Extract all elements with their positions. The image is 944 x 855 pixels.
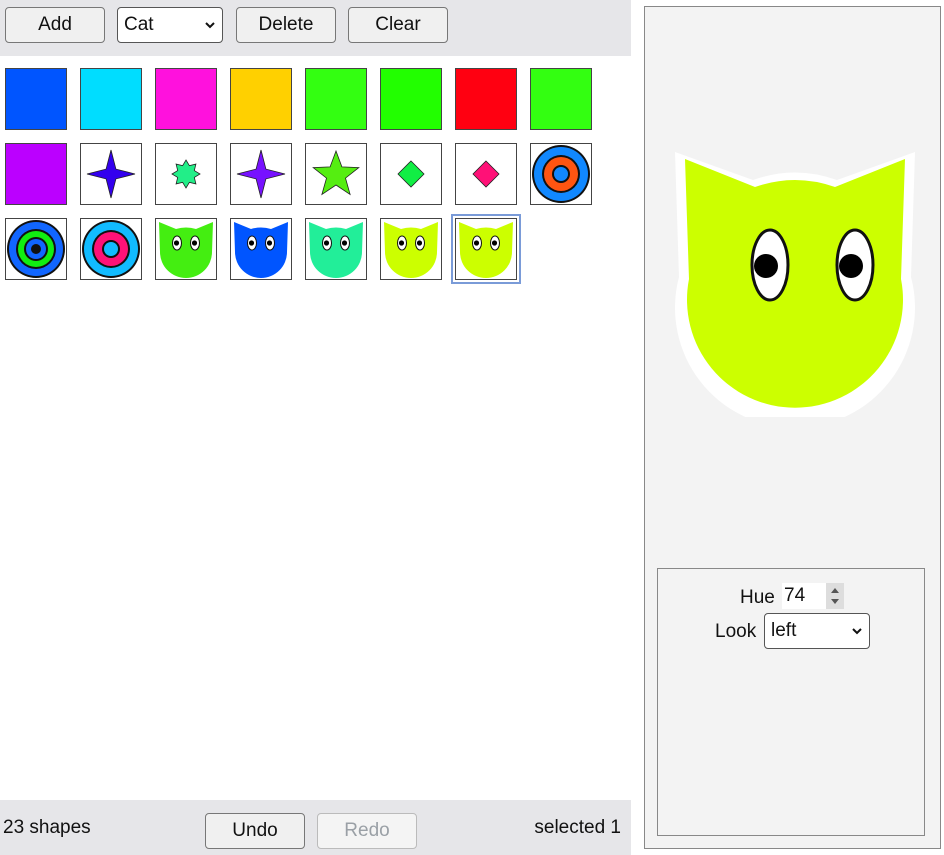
hue-label: Hue	[740, 587, 775, 608]
shape-tile-square[interactable]	[5, 68, 67, 130]
target-shape-icon	[532, 145, 590, 203]
shape-tile-cat[interactable]	[380, 218, 442, 280]
chevron-down-icon	[852, 628, 862, 635]
shape-tile-square[interactable]	[5, 143, 67, 205]
star4-shape-icon	[86, 149, 136, 199]
burst-shape-icon	[171, 159, 201, 189]
shape-tile-cat[interactable]	[230, 218, 292, 280]
hue-value[interactable]: 74	[782, 583, 828, 609]
properties-panel: Hue 74 Look left	[657, 568, 925, 836]
shape-tile-star5[interactable]	[305, 143, 367, 205]
cat-shape-icon	[384, 222, 438, 278]
shape-tile-square[interactable]	[455, 68, 517, 130]
shape-tile-square[interactable]	[155, 68, 217, 130]
shape-tile-star4[interactable]	[230, 143, 292, 205]
diamond-shape-icon	[397, 160, 425, 188]
selection-count: selected 1	[534, 816, 621, 838]
shape-tile-burst[interactable]	[155, 143, 217, 205]
shape-tile-diamond[interactable]	[380, 143, 442, 205]
shape-tile-square[interactable]	[530, 68, 592, 130]
cat-shape-icon	[159, 222, 213, 278]
shape-tile-target[interactable]	[530, 143, 592, 205]
status-bar: 23 shapes Undo Redo selected 1	[0, 800, 631, 855]
star5-shape-icon	[312, 149, 360, 196]
shape-tile-square[interactable]	[380, 68, 442, 130]
shape-tile-square[interactable]	[230, 68, 292, 130]
inspector-panel: Hue 74 Look left	[631, 0, 944, 855]
square-shape-icon	[456, 69, 516, 129]
toolbar: Add Cat Delete Clear	[0, 0, 631, 56]
look-select[interactable]: left	[764, 613, 870, 649]
shape-tile-cat[interactable]	[305, 218, 367, 280]
cat-shape-icon	[309, 222, 363, 278]
shape-tile-cat[interactable]	[451, 214, 521, 284]
look-select-value: left	[771, 620, 797, 641]
shape-tile-star4[interactable]	[80, 143, 142, 205]
star4-shape-icon	[236, 149, 286, 199]
shape-tile-target3[interactable]	[5, 218, 67, 280]
shape-tile-square[interactable]	[305, 68, 367, 130]
square-shape-icon	[156, 69, 216, 129]
shape-editor-panel: Add Cat Delete Clear 23 shapes Undo Redo…	[0, 0, 631, 855]
spin-arrows-icon[interactable]	[826, 583, 844, 609]
shape-tile-square[interactable]	[80, 68, 142, 130]
chevron-down-icon	[205, 22, 215, 29]
clear-button[interactable]: Clear	[348, 7, 448, 43]
shape-count: 23 shapes	[3, 816, 91, 838]
shape-tile-diamond[interactable]	[455, 143, 517, 205]
shape-type-select-value: Cat	[124, 14, 154, 35]
shape-type-select[interactable]: Cat	[117, 7, 223, 43]
target-shape-icon	[82, 220, 140, 278]
shape-preview: Hue 74 Look left	[644, 6, 941, 849]
cat-shape-icon	[234, 222, 288, 278]
square-shape-icon	[531, 69, 591, 129]
redo-button[interactable]: Redo	[317, 813, 417, 849]
shape-tile-cat[interactable]	[155, 218, 217, 280]
square-shape-icon	[381, 69, 441, 129]
square-shape-icon	[6, 69, 66, 129]
add-button[interactable]: Add	[5, 7, 105, 43]
target3-shape-icon	[7, 220, 65, 278]
diamond-shape-icon	[472, 160, 500, 188]
shape-grid	[0, 56, 631, 800]
delete-button[interactable]: Delete	[236, 7, 336, 43]
undo-button[interactable]: Undo	[205, 813, 305, 849]
cat-shape-icon	[459, 222, 513, 278]
square-shape-icon	[231, 69, 291, 129]
square-shape-icon	[6, 144, 66, 204]
square-shape-icon	[306, 69, 366, 129]
look-label: Look	[715, 621, 757, 642]
cat-preview-image	[675, 152, 915, 417]
hue-stepper[interactable]: 74	[782, 583, 844, 609]
shape-tile-target[interactable]	[80, 218, 142, 280]
square-shape-icon	[81, 69, 141, 129]
